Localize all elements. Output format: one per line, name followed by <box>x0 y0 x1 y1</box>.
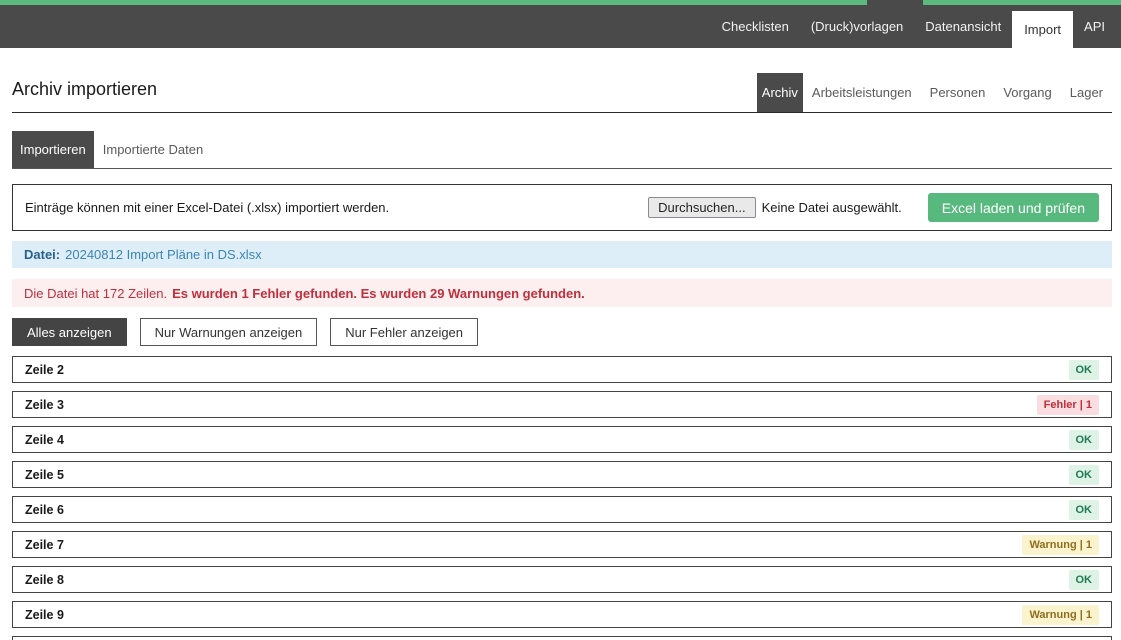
table-row[interactable]: Zeile 5 OK <box>12 461 1112 488</box>
no-file-selected-label: Keine Datei ausgewählt. <box>762 200 902 215</box>
browse-button[interactable]: Durchsuchen... <box>648 197 755 218</box>
tab-importierte-daten[interactable]: Importierte Daten <box>94 131 212 168</box>
page-header: Archiv importieren Archiv Arbeitsleistun… <box>12 73 1112 113</box>
tab-lager[interactable]: Lager <box>1061 73 1112 112</box>
table-row[interactable]: Zeile 7 Warnung | 1 <box>12 531 1112 558</box>
table-row[interactable]: Zeile 8 OK <box>12 566 1112 593</box>
row-result-list: Zeile 2 OK Zeile 3 Fehler | 1 Zeile 4 OK… <box>12 356 1112 640</box>
main-content: Archiv importieren Archiv Arbeitsleistun… <box>0 73 1121 640</box>
table-row[interactable]: Zeile 9 Warnung | 1 <box>12 601 1112 628</box>
summary-error-warning-count: Es wurden 1 Fehler gefunden. Es wurden 2… <box>172 286 585 301</box>
table-row[interactable]: Zeile 4 OK <box>12 426 1112 453</box>
nav-item-api[interactable]: API <box>1073 5 1116 48</box>
tab-personen[interactable]: Personen <box>921 73 995 112</box>
filter-warnings-only-button[interactable]: Nur Warnungen anzeigen <box>140 318 318 346</box>
nav-item-druckvorlagen[interactable]: (Druck)vorlagen <box>800 5 914 48</box>
tab-importieren[interactable]: Importieren <box>12 131 94 168</box>
status-badge: Fehler | 1 <box>1037 395 1099 415</box>
status-badge: OK <box>1069 465 1100 485</box>
nav-item-checklisten[interactable]: Checklisten <box>711 5 800 48</box>
upload-panel: Einträge können mit einer Excel-Datei (.… <box>12 184 1112 231</box>
page-title: Archiv importieren <box>12 79 157 112</box>
nav-item-datenansicht[interactable]: Datenansicht <box>914 5 1012 48</box>
row-label: Zeile 7 <box>25 538 64 552</box>
upload-hint: Einträge können mit einer Excel-Datei (.… <box>25 200 389 215</box>
entity-tabs: Archiv Arbeitsleistungen Personen Vorgan… <box>757 73 1112 112</box>
filter-show-all-button[interactable]: Alles anzeigen <box>12 318 127 346</box>
top-navigation: Checklisten (Druck)vorlagen Datenansicht… <box>0 5 1121 48</box>
status-badge: OK <box>1069 500 1100 520</box>
status-badge: Warnung | 1 <box>1022 605 1099 625</box>
row-label: Zeile 6 <box>25 503 64 517</box>
row-label: Zeile 4 <box>25 433 64 447</box>
file-input: Durchsuchen... Keine Datei ausgewählt. <box>648 197 902 218</box>
file-name-link[interactable]: 20240812 Import Pläne in DS.xlsx <box>65 247 262 262</box>
tab-archiv[interactable]: Archiv <box>757 73 803 112</box>
tab-vorgang[interactable]: Vorgang <box>994 73 1060 112</box>
row-label: Zeile 5 <box>25 468 64 482</box>
filter-errors-only-button[interactable]: Nur Fehler anzeigen <box>330 318 478 346</box>
validation-summary-bar: Die Datei hat 172 Zeilen. Es wurden 1 Fe… <box>12 279 1112 307</box>
summary-row-count: Die Datei hat 172 Zeilen. <box>24 286 167 301</box>
table-row[interactable]: Zeile 2 OK <box>12 356 1112 383</box>
accent-notch <box>867 0 923 5</box>
row-label: Zeile 2 <box>25 363 64 377</box>
row-label: Zeile 9 <box>25 608 64 622</box>
nav-item-import[interactable]: Import <box>1012 11 1073 48</box>
status-badge: OK <box>1069 570 1100 590</box>
sub-tabs: Importieren Importierte Daten <box>12 131 1112 169</box>
file-info-bar: Datei: 20240812 Import Pläne in DS.xlsx <box>12 241 1112 268</box>
table-row[interactable]: Zeile 10 <box>12 636 1112 640</box>
filter-buttons: Alles anzeigen Nur Warnungen anzeigen Nu… <box>12 318 1112 346</box>
table-row[interactable]: Zeile 3 Fehler | 1 <box>12 391 1112 418</box>
tab-arbeitsleistungen[interactable]: Arbeitsleistungen <box>803 73 921 112</box>
status-badge: Warnung | 1 <box>1022 535 1099 555</box>
table-row[interactable]: Zeile 6 OK <box>12 496 1112 523</box>
row-label: Zeile 3 <box>25 398 64 412</box>
load-and-check-button[interactable]: Excel laden und prüfen <box>928 193 1099 222</box>
file-label: Datei: <box>24 247 60 262</box>
status-badge: OK <box>1069 430 1100 450</box>
row-label: Zeile 8 <box>25 573 64 587</box>
top-accent-bar <box>0 0 1121 5</box>
status-badge: OK <box>1069 360 1100 380</box>
upload-controls: Durchsuchen... Keine Datei ausgewählt. E… <box>648 193 1099 222</box>
